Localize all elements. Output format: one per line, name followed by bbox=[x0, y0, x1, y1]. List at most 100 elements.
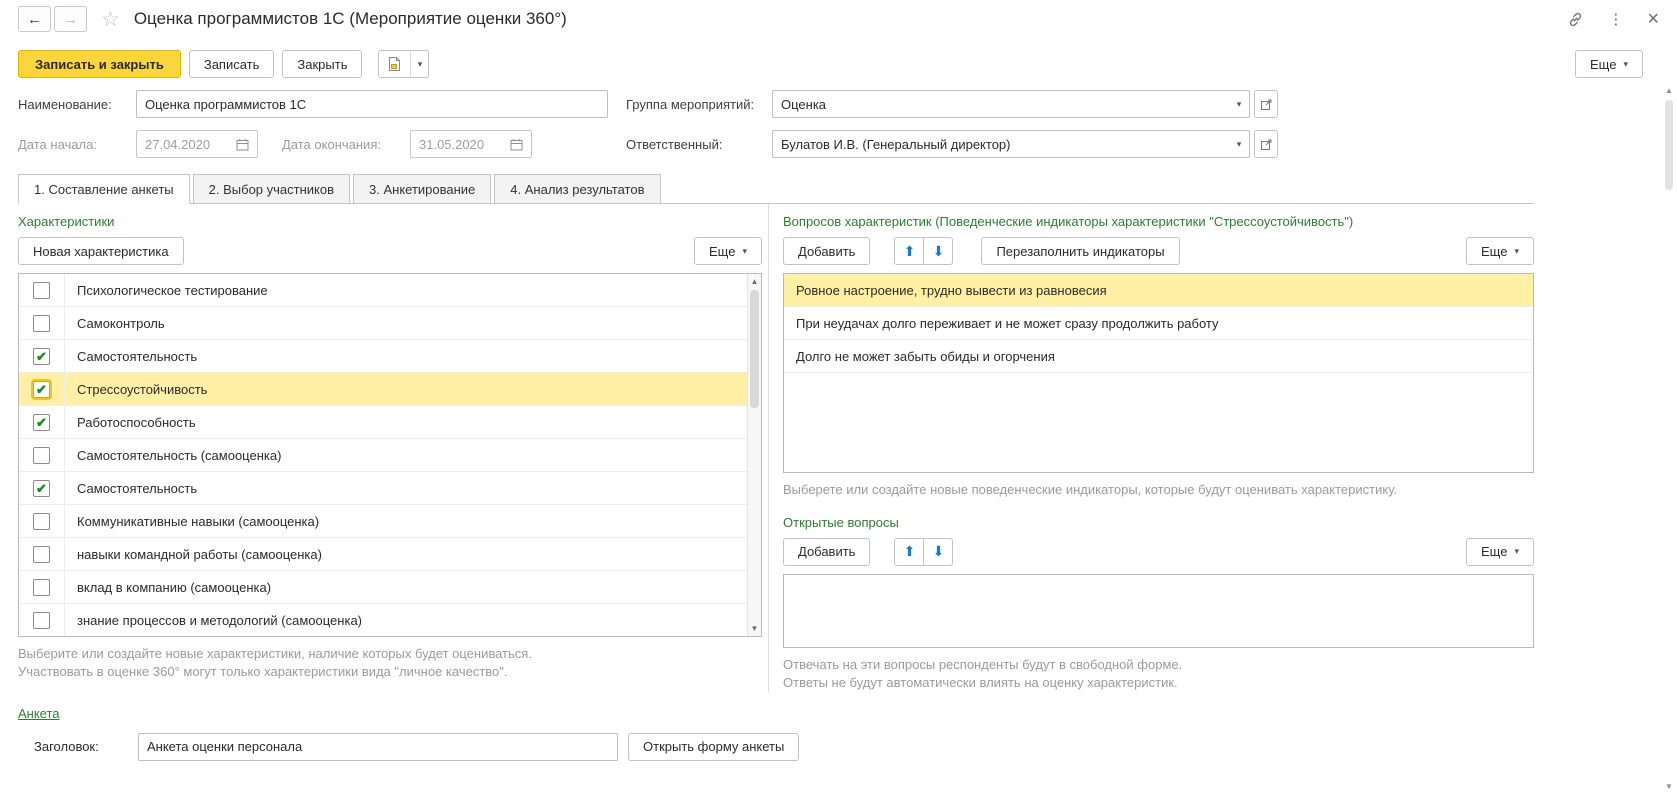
back-arrow-icon: ← bbox=[27, 10, 42, 28]
questionnaire-group-link[interactable]: Анкета bbox=[18, 706, 60, 721]
date-start-input[interactable]: 27.04.2020 bbox=[136, 130, 258, 158]
move-up-button[interactable]: ⬆ bbox=[894, 237, 925, 265]
chevron-down-icon: ▾ bbox=[742, 245, 747, 256]
tab-sostavlenie-ankety[interactable]: 1. Составление анкеты bbox=[18, 174, 190, 204]
checkbox-cell: ✔ bbox=[19, 406, 65, 438]
chevron-down-icon[interactable]: ▾ bbox=[411, 51, 428, 77]
checkbox-cell bbox=[19, 505, 65, 537]
tab-vybor-uchastnikov[interactable]: 2. Выбор участников bbox=[192, 174, 351, 204]
new-characteristic-button[interactable]: Новая характеристика bbox=[18, 237, 184, 265]
characteristic-row[interactable]: Самоконтроль bbox=[19, 307, 747, 340]
toolbar-more-button[interactable]: Еще ▾ bbox=[1575, 50, 1643, 78]
question-row[interactable]: Долго не может забыть обиды и огорчения bbox=[784, 340, 1533, 373]
characteristic-row[interactable]: ✔ Самостоятельность bbox=[19, 472, 747, 505]
characteristic-label: навыки командной работы (самооценка) bbox=[77, 546, 322, 562]
characteristics-list: Психологическое тестирование Самоконтроль… bbox=[18, 273, 762, 637]
responsible-input[interactable]: Булатов И.В. (Генеральный директор) ▾ bbox=[772, 130, 1250, 158]
group-open-button[interactable] bbox=[1254, 90, 1278, 118]
forward-button[interactable]: → bbox=[54, 6, 87, 32]
move-down-button[interactable]: ⬇ bbox=[923, 237, 954, 265]
form-row-name: Наименование: Оценка программистов 1С Гр… bbox=[18, 90, 1659, 118]
open-questionnaire-form-button[interactable]: Открыть форму анкеты bbox=[628, 732, 800, 761]
close-window-icon[interactable]: × bbox=[1647, 9, 1659, 29]
chevron-down-icon: ▾ bbox=[1623, 58, 1628, 69]
date-end-input[interactable]: 31.05.2020 bbox=[410, 130, 532, 158]
move-up-button[interactable]: ⬆ bbox=[894, 537, 925, 566]
date-end-label: Дата окончания: bbox=[282, 136, 381, 152]
move-down-button[interactable]: ⬇ bbox=[923, 537, 954, 566]
window-scrollbar[interactable]: ▲ ▼ bbox=[1663, 86, 1675, 791]
characteristics-more-button[interactable]: Еще ▾ bbox=[694, 237, 762, 265]
characteristic-checkbox[interactable]: ✔ bbox=[33, 380, 50, 398]
save-button[interactable]: Записать bbox=[188, 50, 275, 78]
add-question-button[interactable]: Добавить bbox=[783, 237, 871, 265]
open-questions-hint-line1: Отвечать на эти вопросы респонденты буду… bbox=[783, 656, 1183, 672]
open-questions-title: Открытые вопросы bbox=[783, 514, 899, 530]
chevron-down-icon[interactable]: ▾ bbox=[1229, 91, 1249, 117]
characteristic-row[interactable]: ✔ Работоспособность bbox=[19, 406, 747, 439]
scroll-down-icon[interactable]: ▼ bbox=[1663, 782, 1675, 791]
report-split-button[interactable]: ▾ bbox=[378, 50, 430, 78]
characteristic-row[interactable]: знание процессов и методологий (самооцен… bbox=[19, 604, 747, 636]
characteristic-checkbox[interactable] bbox=[33, 446, 50, 464]
favorite-star-icon[interactable]: ☆ bbox=[101, 9, 120, 30]
calendar-icon[interactable] bbox=[510, 138, 523, 151]
tab-anketirovanie[interactable]: 3. Анкетирование bbox=[353, 174, 492, 204]
questions-command-bar: Добавить ⬆ ⬇ Перезаполнить индикаторы Ещ… bbox=[783, 237, 1534, 265]
question-row[interactable]: При неудачах долго переживает и не может… bbox=[784, 307, 1533, 340]
characteristic-row[interactable]: ✔ Самостоятельность bbox=[19, 340, 747, 373]
refill-indicators-button[interactable]: Перезаполнить индикаторы bbox=[981, 237, 1180, 265]
group-input[interactable]: Оценка ▾ bbox=[772, 90, 1250, 118]
characteristic-row[interactable]: Коммуникативные навыки (самооценка) bbox=[19, 505, 747, 538]
characteristic-checkbox[interactable] bbox=[33, 314, 50, 332]
scroll-thumb[interactable] bbox=[1665, 100, 1673, 190]
characteristic-row[interactable]: ✔ Стрессоустойчивость bbox=[19, 373, 747, 406]
characteristics-scrollbar[interactable]: ▲ ▼ bbox=[747, 274, 761, 636]
open-questions-list[interactable] bbox=[783, 573, 1534, 648]
save-and-close-button[interactable]: Записать и закрыть bbox=[18, 50, 181, 78]
characteristic-row[interactable]: Самостоятельность (самооценка) bbox=[19, 439, 747, 472]
characteristic-row[interactable]: Психологическое тестирование bbox=[19, 274, 747, 307]
characteristic-row[interactable]: навыки командной работы (самооценка) bbox=[19, 538, 747, 571]
scroll-up-icon[interactable]: ▲ bbox=[748, 277, 761, 286]
back-button[interactable]: ← bbox=[18, 6, 51, 32]
questionnaire-header-row: Заголовок: Анкета оценки персонала Откры… bbox=[34, 732, 1677, 761]
characteristic-row[interactable]: вклад в компанию (самооценка) bbox=[19, 571, 747, 604]
header-label: Заголовок: bbox=[34, 739, 99, 755]
characteristic-checkbox[interactable] bbox=[33, 545, 50, 563]
tab-analiz-rezultatov[interactable]: 4. Анализ результатов bbox=[494, 174, 661, 204]
form-row-dates: Дата начала: 27.04.2020 Дата окончания: … bbox=[18, 130, 1659, 158]
questions-more-button[interactable]: Еще ▾ bbox=[1466, 237, 1534, 265]
get-link-icon[interactable] bbox=[1567, 11, 1584, 28]
characteristics-panel: Характеристики Новая характеристика Еще … bbox=[18, 204, 762, 681]
move-buttons: ⬆ ⬇ bbox=[894, 537, 954, 566]
scroll-down-icon[interactable]: ▼ bbox=[748, 624, 761, 633]
name-input[interactable]: Оценка программистов 1С bbox=[136, 90, 608, 118]
responsible-open-button[interactable] bbox=[1254, 130, 1278, 158]
characteristic-checkbox[interactable] bbox=[33, 512, 50, 530]
scroll-up-icon[interactable]: ▲ bbox=[1663, 86, 1675, 95]
characteristic-checkbox[interactable] bbox=[33, 281, 50, 299]
more-label: Еще bbox=[709, 243, 736, 259]
question-row[interactable]: Ровное настроение, трудно вывести из рав… bbox=[784, 274, 1533, 307]
close-button[interactable]: Закрыть bbox=[282, 50, 363, 78]
characteristic-checkbox[interactable]: ✔ bbox=[33, 413, 50, 431]
open-questions-more-button[interactable]: Еще ▾ bbox=[1466, 537, 1534, 566]
characteristic-label: вклад в компанию (самооценка) bbox=[77, 579, 272, 595]
characteristic-checkbox[interactable] bbox=[33, 578, 50, 596]
header-value: Анкета оценки персонала bbox=[147, 739, 303, 755]
document-icon bbox=[379, 51, 412, 77]
characteristic-checkbox[interactable] bbox=[33, 611, 50, 629]
add-open-question-button[interactable]: Добавить bbox=[783, 537, 871, 566]
open-questions-hint: Отвечать на эти вопросы респонденты буду… bbox=[783, 656, 1534, 692]
chevron-down-icon[interactable]: ▾ bbox=[1229, 131, 1249, 157]
characteristic-checkbox[interactable]: ✔ bbox=[33, 347, 50, 365]
header-input[interactable]: Анкета оценки персонала bbox=[138, 732, 618, 761]
scroll-thumb[interactable] bbox=[750, 290, 759, 408]
more-commands-icon[interactable]: ⋮ bbox=[1608, 10, 1623, 28]
characteristics-hint-line1: Выберите или создайте новые характеристи… bbox=[18, 646, 532, 661]
characteristics-hint-line2: Участвовать в оценке 360° могут только х… bbox=[18, 663, 508, 679]
calendar-icon[interactable] bbox=[236, 138, 249, 151]
characteristic-checkbox[interactable]: ✔ bbox=[33, 479, 50, 497]
checkbox-cell: ✔ bbox=[19, 472, 65, 504]
